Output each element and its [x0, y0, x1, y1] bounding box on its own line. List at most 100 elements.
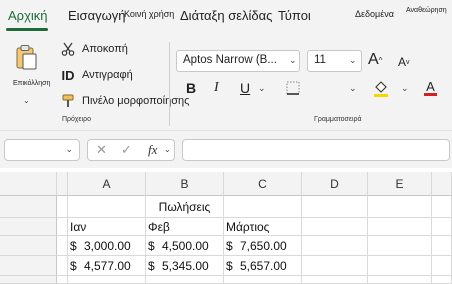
cell[interactable]	[302, 276, 368, 284]
cell-value[interactable]: $5,345.00	[146, 256, 224, 276]
tab-insert[interactable]: Εισαγωγή	[68, 8, 125, 23]
cut-button[interactable]: Αποκοπή	[60, 40, 128, 58]
formula-bar: ⌄ ✕ ✓ fx ⌄	[0, 130, 452, 168]
name-box[interactable]: ⌄	[4, 139, 80, 161]
paint-bucket-icon	[374, 81, 388, 97]
formula-input[interactable]	[182, 139, 450, 161]
cell[interactable]	[57, 236, 68, 256]
cell[interactable]	[57, 276, 68, 284]
format-painter-button[interactable]: Πινέλο μορφοποίησης	[60, 92, 189, 110]
chevron-down-icon[interactable]: ⌄	[258, 83, 266, 94]
font-color-button[interactable]: A	[424, 78, 437, 98]
caret-up-icon: ^	[378, 55, 383, 65]
tab-page-layout[interactable]: Διάταξη σελίδας	[180, 8, 272, 23]
cell[interactable]	[368, 196, 432, 218]
checkmark-icon[interactable]: ✓	[121, 142, 132, 158]
decrease-font-size-button[interactable]: Av	[398, 52, 410, 72]
bold-button[interactable]: B	[186, 78, 196, 98]
cell[interactable]	[368, 256, 432, 276]
ribbon: Επικόλληση ⌄ Αποκοπή ID Αντιγραφή Πινέλο…	[0, 34, 452, 130]
cell[interactable]	[146, 276, 224, 284]
ribbon-tabs: Αρχική Εισαγωγή Κοινή χρήση Διάταξη σελί…	[0, 0, 452, 34]
underline-button[interactable]: U	[240, 78, 250, 98]
row-header[interactable]	[0, 256, 57, 276]
caret-down-icon: v	[406, 58, 410, 66]
cell[interactable]	[224, 196, 302, 218]
borders-icon	[286, 81, 300, 95]
cell-header-mar[interactable]: Μάρτιος	[224, 218, 302, 236]
spreadsheet-grid: A B C D E Πωλήσεις Ιαν Φεβ Μάρτιος $3,00…	[0, 172, 452, 284]
group-divider	[169, 42, 170, 126]
paste-label: Επικόλληση	[13, 80, 51, 87]
font-family-value: Aptos Narrow (B...	[183, 54, 277, 66]
row-header[interactable]	[0, 218, 57, 236]
cell-value[interactable]: $3,000.00	[68, 236, 146, 256]
tab-formulas[interactable]: Τύποι	[278, 8, 311, 23]
chevron-down-icon[interactable]: ⌄	[23, 96, 30, 105]
cell[interactable]	[432, 236, 452, 256]
italic-button[interactable]: I	[214, 78, 219, 98]
cell[interactable]	[57, 256, 68, 276]
clipboard-icon	[16, 45, 37, 70]
cell[interactable]	[68, 196, 146, 218]
cell[interactable]	[432, 218, 452, 236]
cell-header-jan[interactable]: Ιαν	[68, 218, 146, 236]
row-header[interactable]	[0, 276, 57, 284]
cell-value[interactable]: $4,577.00	[68, 256, 146, 276]
fill-color-button[interactable]	[373, 78, 389, 98]
font-family-select[interactable]: Aptos Narrow (B...	[176, 50, 300, 72]
column-header-spacer	[57, 172, 68, 196]
cell[interactable]	[368, 218, 432, 236]
paste-button[interactable]	[14, 44, 38, 70]
paintbrush-icon	[60, 93, 76, 109]
column-header-b[interactable]: B	[146, 172, 224, 196]
chevron-down-icon[interactable]: ⌄	[289, 55, 297, 66]
cell-sales-title[interactable]: Πωλήσεις	[146, 196, 224, 218]
chevron-down-icon[interactable]: ⌄	[401, 83, 409, 94]
column-header-c[interactable]: C	[224, 172, 302, 196]
tab-review[interactable]: Αναθεώρηση	[406, 7, 447, 14]
cut-label: Αποκοπή	[82, 43, 128, 55]
tab-share[interactable]: Κοινή χρήση	[124, 9, 174, 19]
cell[interactable]	[57, 196, 68, 218]
row-header[interactable]	[0, 196, 57, 218]
cell-header-feb[interactable]: Φεβ	[146, 218, 224, 236]
font-size-value: 11	[314, 54, 326, 66]
borders-button[interactable]	[286, 78, 300, 98]
column-header-f[interactable]	[432, 172, 452, 196]
chevron-down-icon[interactable]: ⌄	[164, 145, 171, 154]
chevron-down-icon[interactable]: ⌄	[349, 55, 357, 66]
cell[interactable]	[432, 276, 452, 284]
cell[interactable]	[224, 276, 302, 284]
cell[interactable]	[68, 276, 146, 284]
chevron-down-icon[interactable]: ⌄	[349, 83, 357, 94]
cancel-icon[interactable]: ✕	[96, 142, 107, 158]
cell-value[interactable]: $5,657.00	[224, 256, 302, 276]
column-header-d[interactable]: D	[302, 172, 368, 196]
cell[interactable]	[432, 196, 452, 218]
cell[interactable]	[302, 196, 368, 218]
increase-font-size-button[interactable]: A ^	[368, 50, 382, 70]
column-header-a[interactable]: A	[68, 172, 146, 196]
select-all-corner[interactable]	[0, 172, 57, 196]
cell[interactable]	[302, 236, 368, 256]
insert-function-button[interactable]: fx	[148, 142, 157, 158]
cell-value[interactable]: $7,650.00	[224, 236, 302, 256]
clipboard-group-label: Πρόχειρο	[62, 116, 91, 123]
cell[interactable]	[57, 218, 68, 236]
sales-title: Πωλήσεις	[158, 199, 211, 214]
cell-value[interactable]: $4,500.00	[146, 236, 224, 256]
row-header[interactable]	[0, 236, 57, 256]
tab-data[interactable]: Δεδομένα	[355, 9, 394, 19]
cell[interactable]	[368, 276, 432, 284]
copy-button[interactable]: ID Αντιγραφή	[60, 66, 133, 84]
column-header-e[interactable]: E	[368, 172, 432, 196]
chevron-down-icon[interactable]: ⌄	[65, 144, 73, 155]
formula-controls: ✕ ✓ fx ⌄	[87, 139, 175, 161]
tab-home[interactable]: Αρχική	[8, 8, 48, 23]
cell[interactable]	[432, 256, 452, 276]
format-painter-label: Πινέλο μορφοποίησης	[82, 95, 190, 107]
cell[interactable]	[302, 256, 368, 276]
cell[interactable]	[302, 218, 368, 236]
cell[interactable]	[368, 236, 432, 256]
